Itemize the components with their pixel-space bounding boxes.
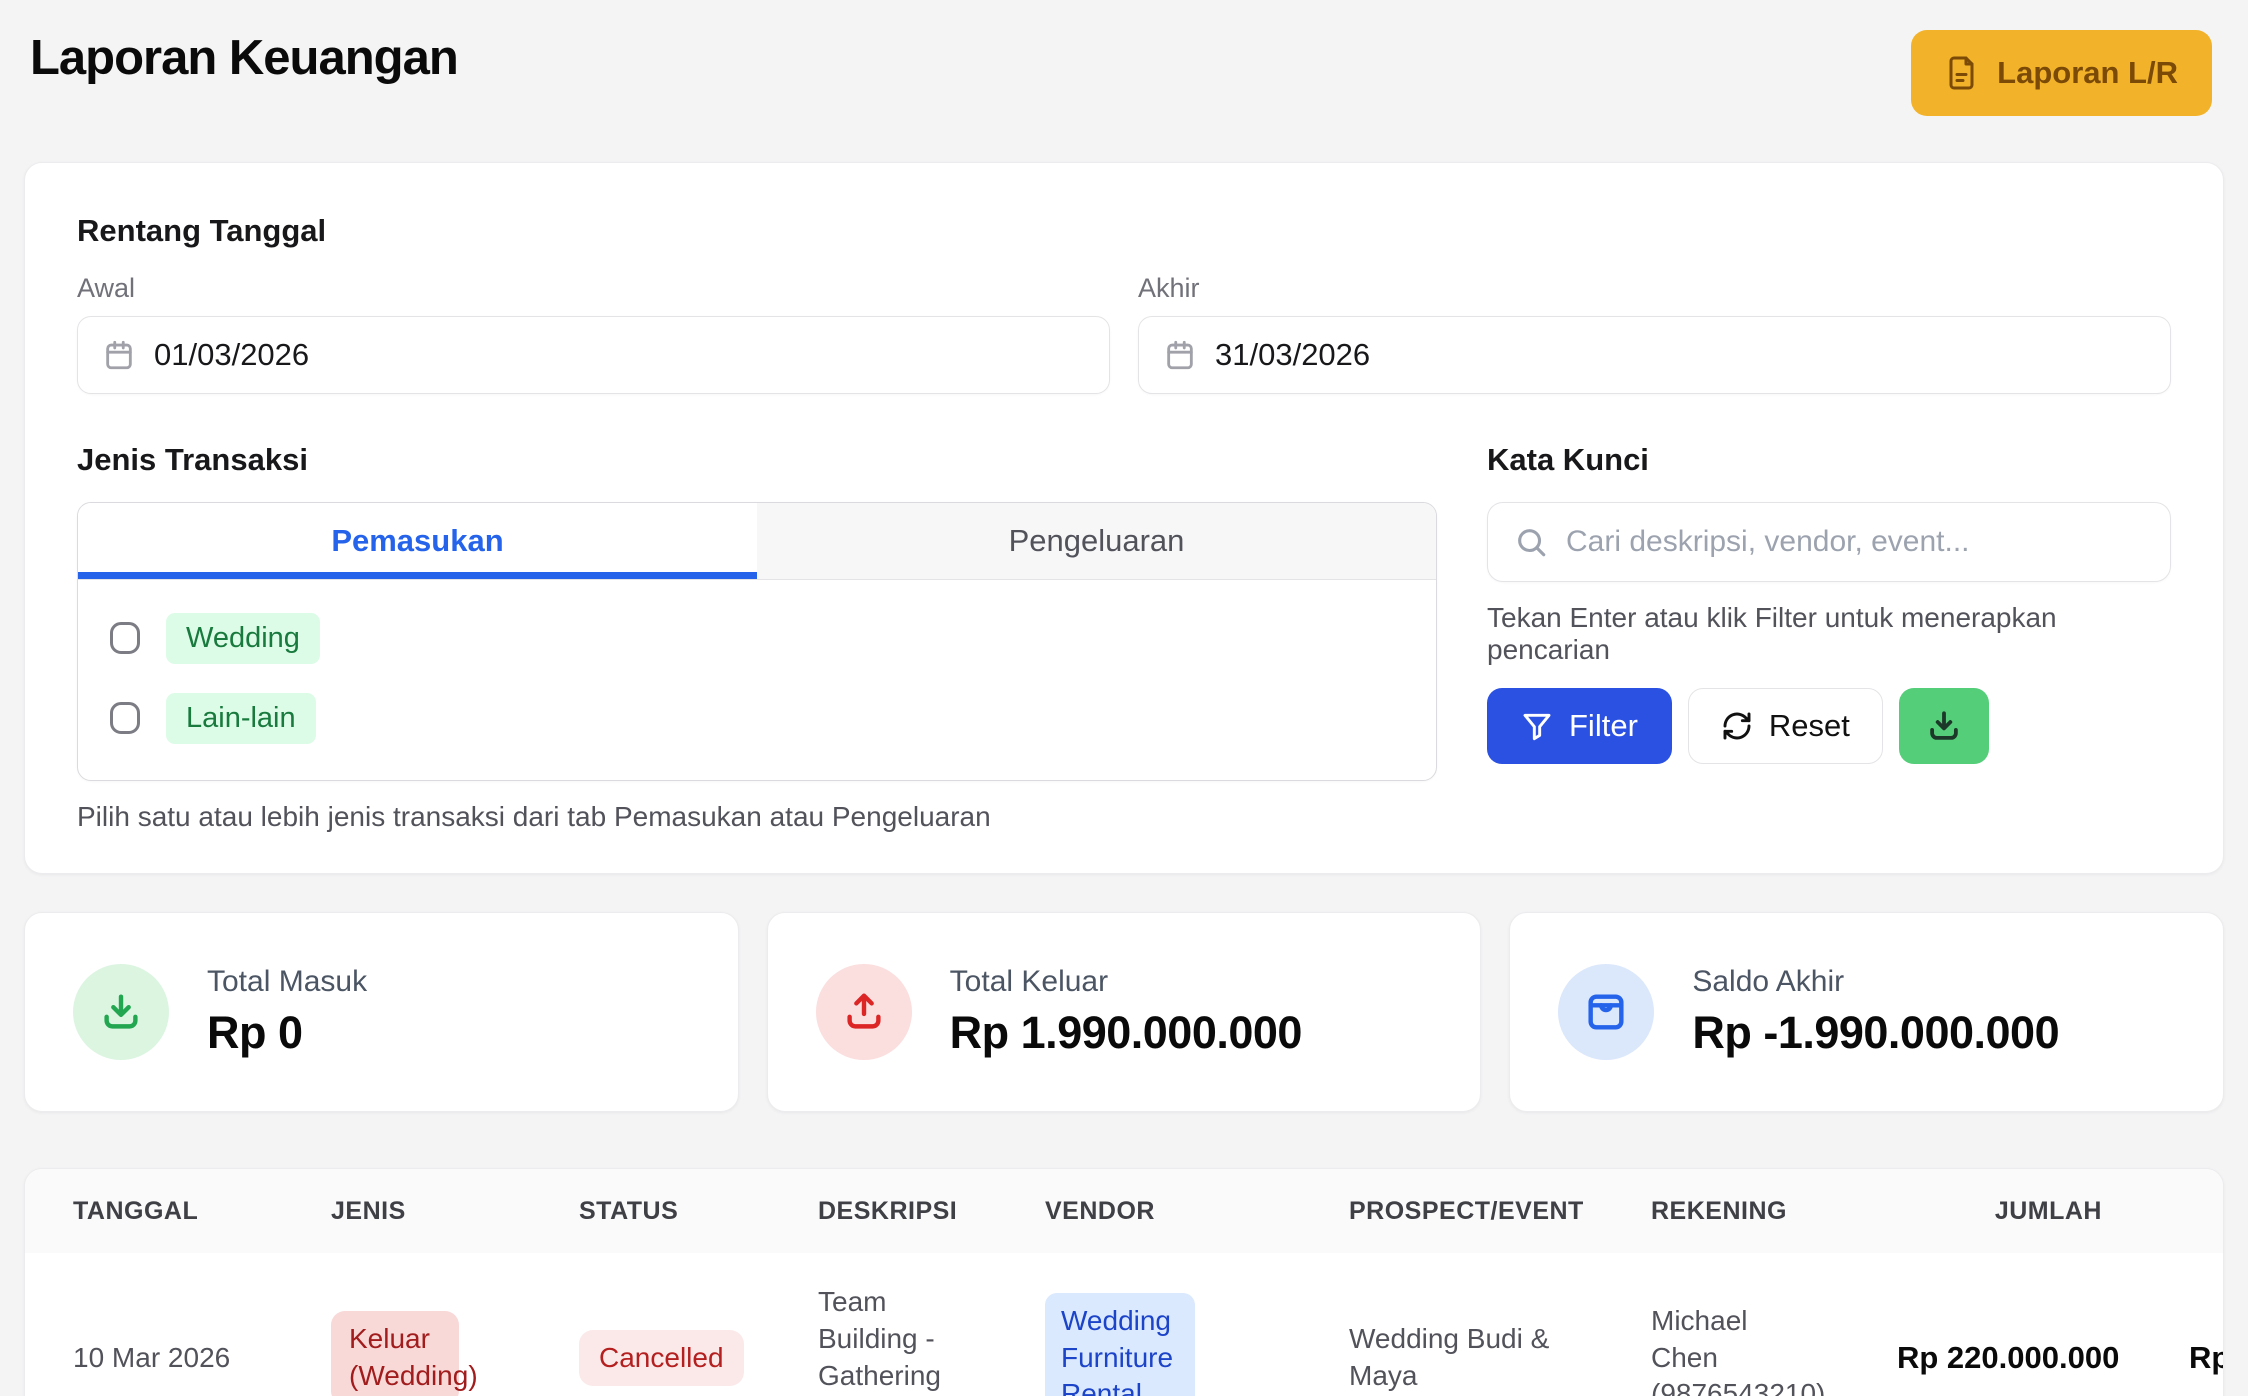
col-rekening: REKENING <box>1651 1169 1897 1253</box>
reset-button-label: Reset <box>1769 708 1850 744</box>
summary-cards: Total Masuk Rp 0 Total Keluar Rp 1.990.0… <box>24 912 2224 1112</box>
start-date-group: Awal 01/03/2026 <box>77 273 1110 394</box>
saldo-akhir-label: Saldo Akhir <box>1692 965 2059 999</box>
date-range-label: Rentang Tanggal <box>77 213 2171 249</box>
total-keluar-value: Rp 1.990.000.000 <box>950 1007 1302 1059</box>
cell-deskripsi: Team Building - Gathering Karyawan <box>818 1284 953 1396</box>
page-title: Laporan Keuangan <box>30 30 458 86</box>
transaction-type-label: Jenis Transaksi <box>77 442 1437 478</box>
tab-content: Wedding Lain-lain <box>78 580 1436 780</box>
end-date-value: 31/03/2026 <box>1215 337 1370 373</box>
wedding-checkbox[interactable] <box>110 622 140 654</box>
refresh-icon <box>1721 710 1753 742</box>
col-tanggal: TANGGAL <box>25 1169 331 1253</box>
page-header: Laporan Keuangan Laporan L/R <box>0 0 2248 116</box>
date-range-row: Awal 01/03/2026 Akhir 31/03/2026 <box>77 273 2171 394</box>
report-lr-button[interactable]: Laporan L/R <box>1911 30 2212 116</box>
col-status: STATUS <box>579 1169 818 1253</box>
keyword-group: Kata Kunci Tekan Enter atau klik Filter … <box>1487 442 2171 833</box>
keyword-search-input[interactable] <box>1566 525 2144 559</box>
total-masuk-value: Rp 0 <box>207 1007 367 1059</box>
cell-prospect-event: Wedding Budi & Maya <box>1349 1321 1564 1395</box>
table-header-row: TANGGAL JENIS STATUS DESKRIPSI VENDOR PR… <box>25 1169 2224 1253</box>
download-icon <box>1925 707 1963 745</box>
filter-button[interactable]: Filter <box>1487 688 1672 764</box>
cell-tanggal: 10 Mar 2026 <box>25 1253 331 1396</box>
keyword-label: Kata Kunci <box>1487 442 2171 478</box>
filter-button-label: Filter <box>1569 708 1638 744</box>
status-badge: Cancelled <box>579 1330 744 1387</box>
end-date-label: Akhir <box>1138 273 2171 304</box>
transaction-type-tabs-box: Pemasukan Pengeluaran Wedding Lain-lain <box>77 502 1437 781</box>
col-jenis: JENIS <box>331 1169 579 1253</box>
end-date-input[interactable]: 31/03/2026 <box>1138 316 2171 394</box>
vendor-badge: Wedding Furniture Rental <box>1045 1293 1195 1396</box>
option-wedding[interactable]: Wedding <box>110 606 1436 670</box>
total-keluar-label: Total Keluar <box>950 965 1302 999</box>
tab-pengeluaran[interactable]: Pengeluaran <box>757 503 1436 579</box>
tab-pemasukan[interactable]: Pemasukan <box>78 503 757 579</box>
transactions-table: TANGGAL JENIS STATUS DESKRIPSI VENDOR PR… <box>25 1169 2224 1396</box>
end-date-group: Akhir 31/03/2026 <box>1138 273 2171 394</box>
start-date-input[interactable]: 01/03/2026 <box>77 316 1110 394</box>
search-icon <box>1514 525 1548 559</box>
total-keluar-card: Total Keluar Rp 1.990.000.000 <box>767 912 1482 1112</box>
start-date-value: 01/03/2026 <box>154 337 309 373</box>
jenis-badge: Keluar (Wedding) <box>331 1311 459 1396</box>
col-clipped <box>2127 1169 2224 1253</box>
transaction-type-group: Jenis Transaksi Pemasukan Pengeluaran We… <box>77 442 1437 833</box>
filter-panel: Rentang Tanggal Awal 01/03/2026 Akhir <box>24 162 2224 874</box>
funnel-icon <box>1521 710 1553 742</box>
table-row: 10 Mar 2026 Keluar (Wedding) Cancelled T… <box>25 1253 2224 1396</box>
tab-strip: Pemasukan Pengeluaran <box>78 503 1436 580</box>
col-vendor: VENDOR <box>1045 1169 1349 1253</box>
col-jumlah: JUMLAH <box>1897 1169 2127 1253</box>
calendar-icon <box>1163 338 1197 372</box>
reset-button[interactable]: Reset <box>1688 688 1883 764</box>
report-lr-button-label: Laporan L/R <box>1997 55 2178 91</box>
option-lain-lain[interactable]: Lain-lain <box>110 686 1436 750</box>
start-date-label: Awal <box>77 273 1110 304</box>
arrow-down-tray-icon <box>73 964 169 1060</box>
keyword-helper: Tekan Enter atau klik Filter untuk mener… <box>1487 602 2171 666</box>
document-icon <box>1945 55 1981 91</box>
lain-lain-checkbox[interactable] <box>110 702 140 734</box>
cell-next-clipped: Rp <box>2127 1253 2224 1396</box>
col-prospect-event: PROSPECT/EVENT <box>1349 1169 1651 1253</box>
col-deskripsi: DESKRIPSI <box>818 1169 1045 1253</box>
cell-jumlah: Rp 220.000.000 <box>1897 1253 2127 1396</box>
total-masuk-card: Total Masuk Rp 0 <box>24 912 739 1112</box>
wedding-option-label: Wedding <box>166 613 320 664</box>
transaction-type-helper: Pilih satu atau lebih jenis transaksi da… <box>77 801 1437 833</box>
calendar-icon <box>102 338 136 372</box>
transactions-table-card: TANGGAL JENIS STATUS DESKRIPSI VENDOR PR… <box>24 1168 2224 1396</box>
saldo-akhir-card: Saldo Akhir Rp -1.990.000.000 <box>1509 912 2224 1112</box>
total-masuk-label: Total Masuk <box>207 965 367 999</box>
export-button[interactable] <box>1899 688 1989 764</box>
wallet-icon <box>1558 964 1654 1060</box>
lain-lain-option-label: Lain-lain <box>166 693 316 744</box>
cell-rekening: Michael Chen (9876543210) <box>1651 1303 1776 1396</box>
saldo-akhir-value: Rp -1.990.000.000 <box>1692 1007 2059 1059</box>
arrow-up-tray-icon <box>816 964 912 1060</box>
keyword-search-box <box>1487 502 2171 582</box>
